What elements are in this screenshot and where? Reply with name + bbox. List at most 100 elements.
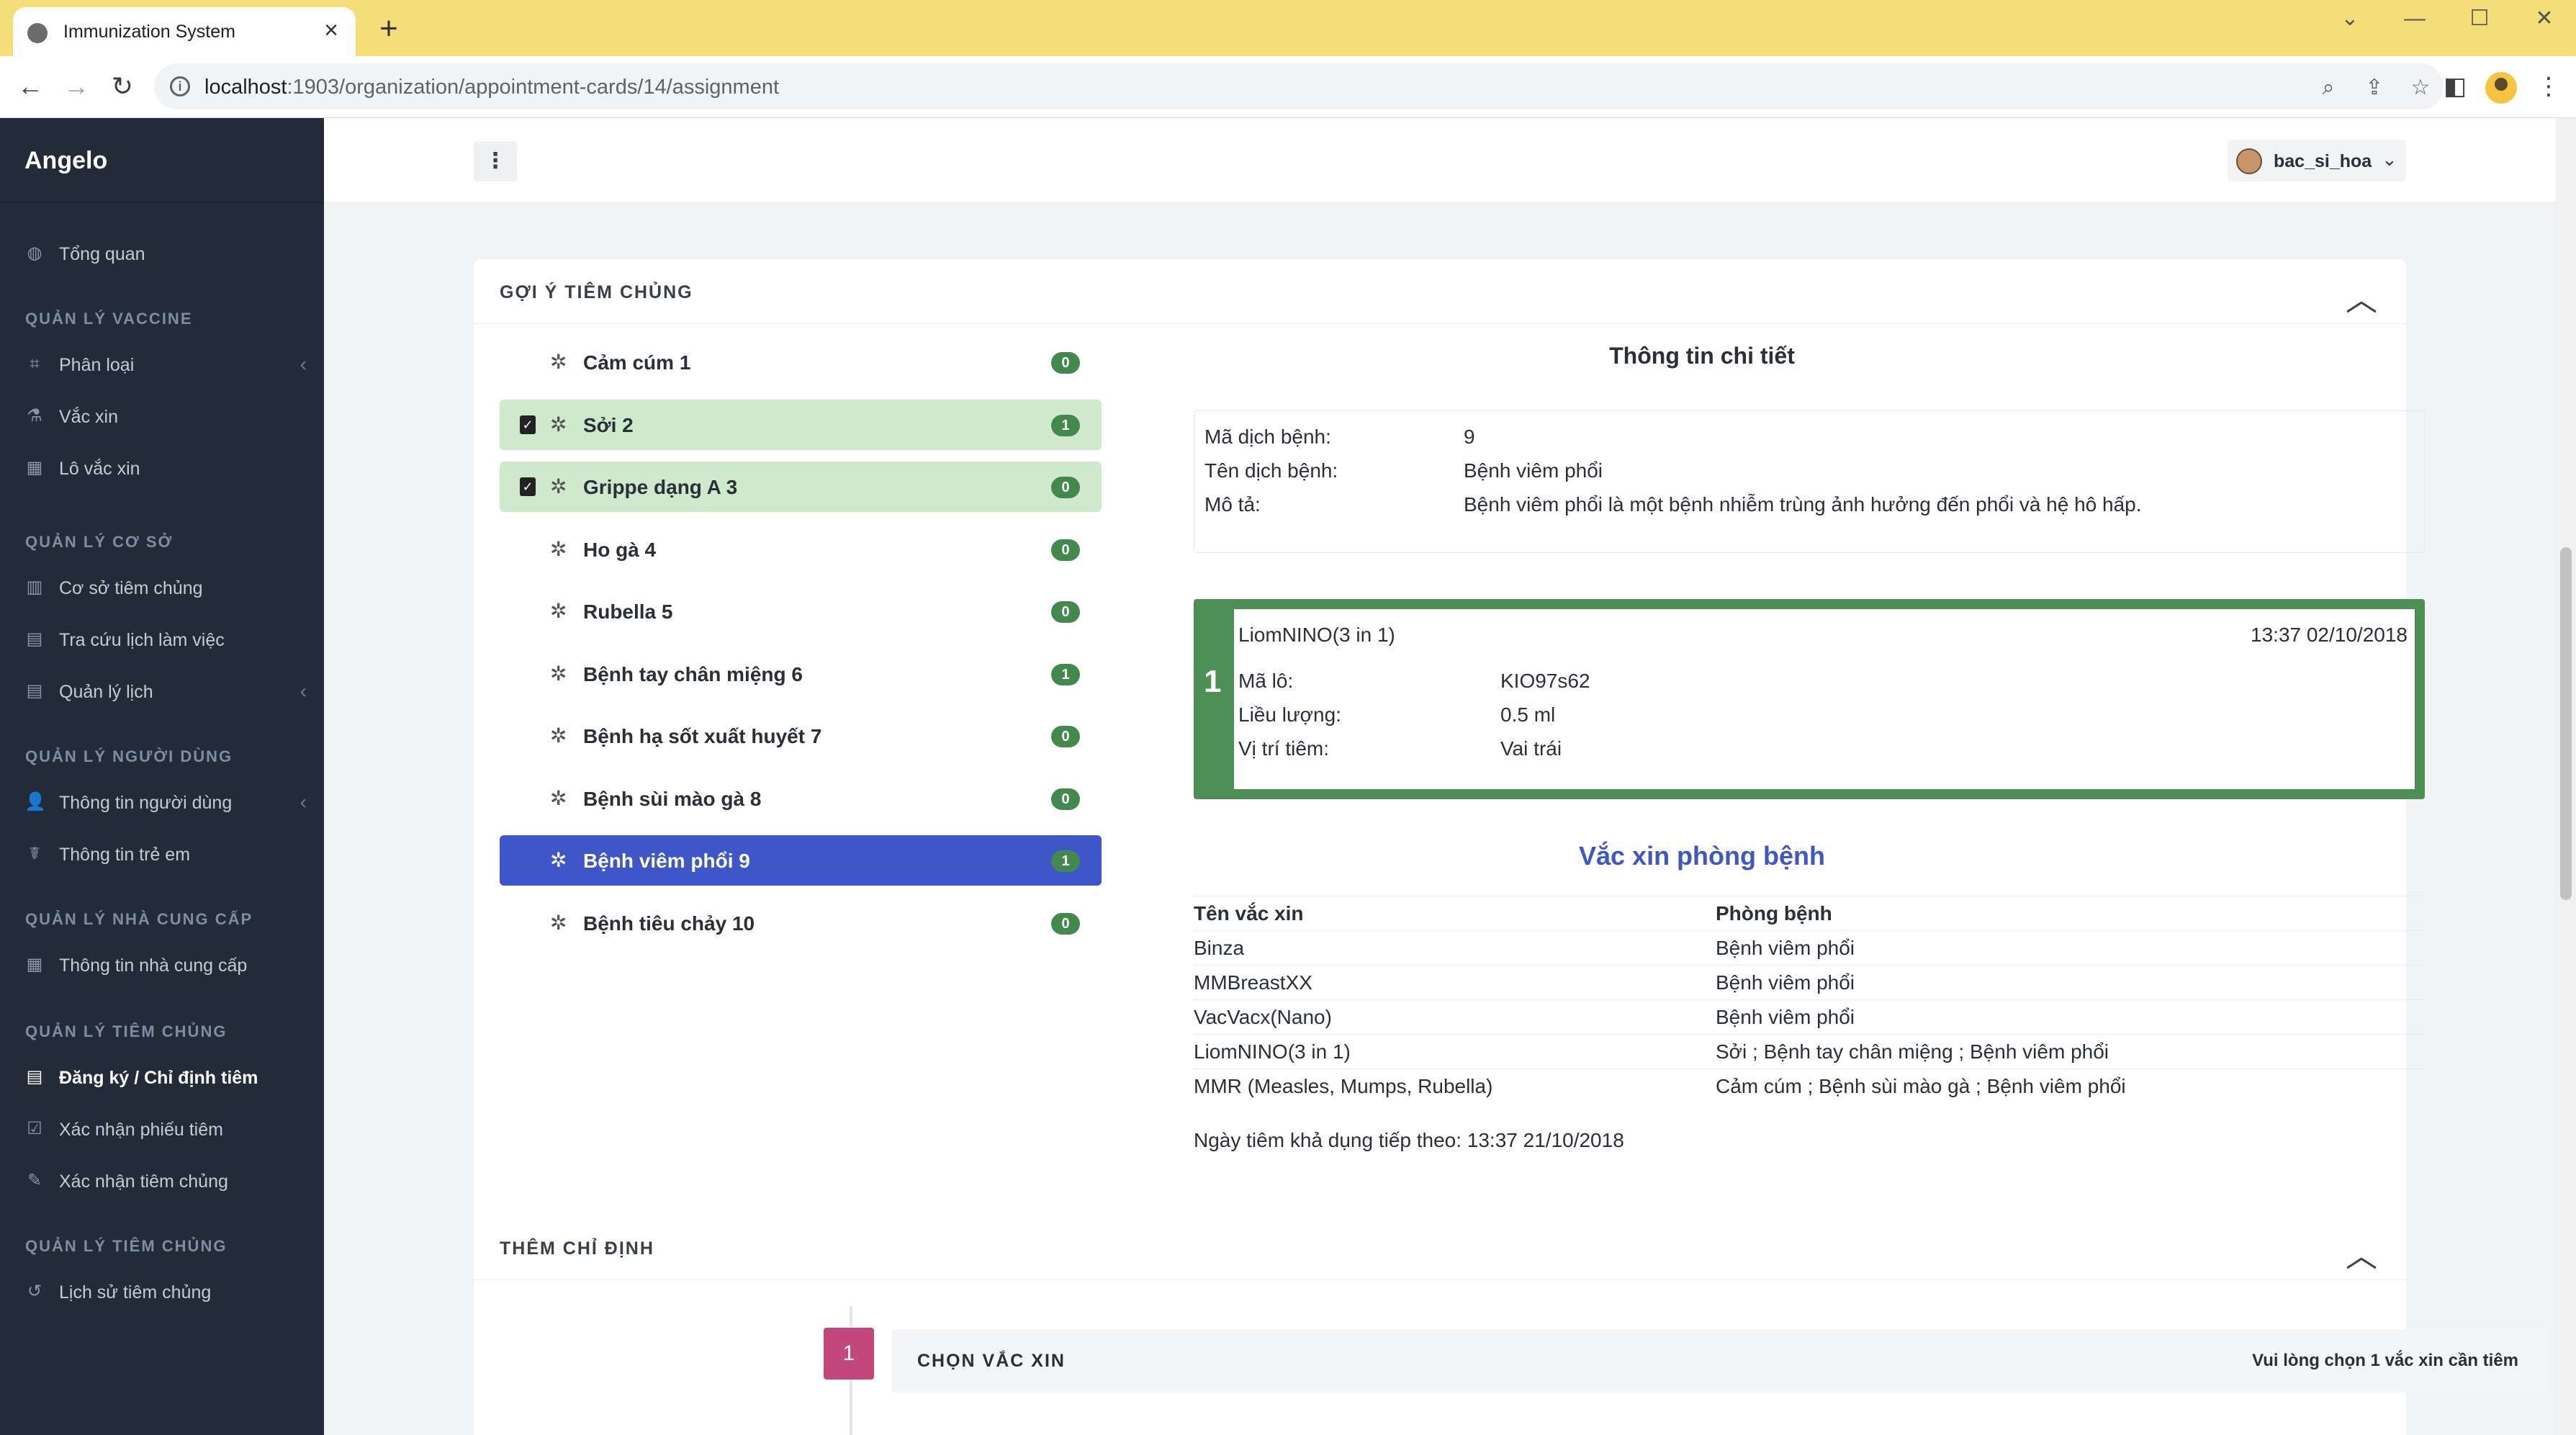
injection-number: 1 — [1204, 664, 1222, 699]
back-icon[interactable]: ← — [14, 71, 46, 102]
disease-item[interactable]: ✲ Rubella 5 0 — [500, 586, 1102, 636]
sidebar-item-classify[interactable]: ⌗ Phân loại ‹ — [0, 343, 324, 386]
table-row: LiomNINO(3 in 1) Sởi ; Bệnh tay chân miện… — [1194, 1034, 2425, 1069]
disease-item[interactable]: ✲ Bệnh hạ sốt xuất huyết 7 0 — [500, 711, 1102, 761]
maximize-icon[interactable]: ☐ — [2458, 3, 2501, 35]
batch-value: KIO97s62 — [1500, 670, 1590, 692]
section-suppliers: QUẢN LÝ NHÀ CUNG CẤP — [25, 910, 253, 928]
vaccine-name-cell: Binza — [1194, 937, 1245, 959]
assign-card-title: THÊM CHỈ ĐỊNH — [500, 1238, 654, 1259]
url-field[interactable]: i localhost:1903/organization/appointmen… — [154, 63, 2444, 109]
boxes-icon: ▦ — [26, 458, 43, 477]
disease-item[interactable]: ✲ Bệnh tay chân miệng 6 1 — [500, 649, 1102, 699]
disease-item[interactable]: ✲ Bệnh viêm phổi 9 1 — [500, 835, 1102, 886]
info-icon[interactable]: i — [170, 76, 190, 96]
sidebar-item-child-info[interactable]: ☤ Thông tin trẻ em — [0, 832, 324, 876]
menu-icon[interactable]: ⋮ — [2531, 69, 2566, 104]
sidebar-item-schedule-lookup[interactable]: ▤ Tra cứu lịch làm việc — [0, 618, 324, 661]
count-badge: 0 — [1051, 477, 1080, 498]
count-badge: 0 — [1051, 539, 1080, 561]
disease-cell: Cảm cúm ; Bệnh sùi mào gà ; Bệnh viêm ph… — [1716, 1075, 2126, 1097]
forward-icon[interactable]: → — [60, 71, 92, 102]
sidebar-item-history[interactable]: ↺ Lịch sử tiêm chủng — [0, 1270, 324, 1313]
star-icon[interactable]: ☆ — [2406, 73, 2435, 102]
virus-icon: ✲ — [550, 537, 567, 560]
disease-item[interactable]: ✲ Bệnh sùi mào gà 8 0 — [500, 773, 1102, 824]
site-label: Vị trí tiêm: — [1238, 737, 1330, 760]
section-vaccine: QUẢN LÝ VACCINE — [25, 310, 193, 328]
sidebar-item-confirm-vaccination[interactable]: ✎ Xác nhận tiêm chủng — [0, 1159, 324, 1202]
sitemap-icon: ⌗ — [30, 354, 40, 374]
virus-icon: ✲ — [550, 662, 567, 685]
step-number-badge[interactable]: 1 — [824, 1328, 874, 1380]
vaccine-name-cell: MMBreastXX — [1194, 971, 1312, 994]
main-content: ⋮ bac_si_hoa ⌄ GỢI Ý TIÊM CHỦNG ︿ ✲ Cảm c… — [324, 118, 2556, 1435]
reload-icon[interactable]: ↻ — [107, 71, 138, 102]
assign-card-header[interactable]: THÊM CHỈ ĐỊNH ︿ — [474, 1215, 2406, 1280]
close-window-icon[interactable]: ✕ — [2523, 3, 2566, 35]
disease-detail-box: Mã dịch bệnh: 9 Tên dịch bệnh: Bệnh viêm… — [1194, 410, 2425, 553]
sidebar-item-label: Đăng ký / Chỉ định tiêm — [59, 1068, 258, 1088]
disease-item[interactable]: ✓ ✲ Sởi 2 1 — [500, 399, 1102, 450]
sidebar-item-supplier-info[interactable]: ▦ Thông tin nhà cung cấp — [0, 943, 324, 986]
sidebar-item-schedule-manage[interactable]: ▤ Quản lý lịch ‹ — [0, 670, 324, 713]
avatar — [2236, 148, 2262, 174]
close-tab-icon[interactable]: × — [317, 16, 346, 45]
suggest-card-header[interactable]: GỢI Ý TIÊM CHỦNG ︿ — [474, 259, 2406, 324]
zoom-icon[interactable]: ⌕ — [2314, 73, 2343, 102]
url-text[interactable]: localhost:1903/organization/appointment-… — [204, 76, 779, 99]
sidebar-item-user-info[interactable]: 👤 Thông tin người dùng ‹ — [0, 781, 324, 824]
disease-name: Cảm cúm 1 — [583, 351, 691, 374]
clipboard-check-icon: ✓ — [520, 477, 536, 496]
count-badge: 1 — [1051, 663, 1080, 685]
dose-value: 0.5 ml — [1500, 703, 1556, 726]
sidebar-item-label: Xác nhận tiêm chủng — [59, 1171, 228, 1192]
site-value: Vai trái — [1500, 737, 1562, 760]
brand-logo[interactable]: Angelo — [24, 147, 107, 175]
col-disease: Phòng bệnh — [1716, 902, 1832, 925]
step-label: CHỌN VẮC XIN — [917, 1351, 1066, 1371]
code-label: Mã dịch bệnh: — [1204, 426, 1331, 448]
injection-record: 1 LiomNINO(3 in 1) 13:37 02/10/2018 Mã l… — [1194, 599, 2425, 799]
top-navbar: ⋮ bac_si_hoa ⌄ — [324, 118, 2556, 202]
sidebar-item-confirm-card[interactable]: ☑ Xác nhận phiếu tiêm — [0, 1107, 324, 1151]
side-panel-icon[interactable]: ◧ — [2438, 69, 2472, 104]
user-menu-button[interactable]: bac_si_hoa ⌄ — [2228, 140, 2406, 181]
disease-item[interactable]: ✲ Bệnh tiêu chảy 10 0 — [500, 898, 1102, 948]
sidebar-item-label: Vắc xin — [59, 407, 118, 427]
tab-search-icon[interactable]: ⌄ — [2328, 3, 2372, 35]
disease-item[interactable]: ✲ Ho gà 4 0 — [500, 524, 1102, 575]
browser-tabbar: Immunization System × + ⌄ — ☐ ✕ — [0, 0, 2576, 56]
count-badge: 1 — [1051, 414, 1080, 436]
sidebar-item-facility[interactable]: ▥ Cơ sở tiêm chủng — [0, 566, 324, 609]
sidebar-item-vaccine[interactable]: ⚗ Vắc xin — [0, 395, 324, 438]
sidebar-item-overview[interactable]: ◍ Tổng quan — [0, 232, 324, 275]
section-users: QUẢN LÝ NGƯỜI DÙNG — [25, 747, 233, 765]
step-select-vaccine[interactable]: CHỌN VẮC XIN Vui lòng chọn 1 vắc xin cần… — [891, 1329, 2549, 1393]
sidebar-item-label: Tổng quan — [59, 244, 145, 264]
browser-tab[interactable]: Immunization System × — [13, 7, 356, 56]
clipboard-check-icon: ✓ — [520, 415, 536, 434]
sidebar-item-batch[interactable]: ▦ Lô vắc xin — [0, 446, 324, 490]
profile-icon[interactable] — [2485, 72, 2517, 104]
virus-icon: ✲ — [550, 911, 567, 934]
disease-item[interactable]: ✲ Cảm cúm 1 0 — [500, 337, 1102, 387]
more-options-icon[interactable]: ⋮ — [474, 141, 517, 181]
scrollbar-thumb[interactable] — [2560, 547, 2572, 900]
disease-item[interactable]: ✓ ✲ Grippe dạng A 3 0 — [500, 462, 1102, 512]
disease-cell: Bệnh viêm phổi — [1716, 971, 1855, 994]
sidebar-item-label: Thông tin trẻ em — [59, 845, 191, 865]
calendar-icon: ▤ — [26, 629, 43, 649]
suggest-card: GỢI Ý TIÊM CHỦNG ︿ ✲ Cảm cúm 1 0 ✓ ✲ Sởi 2 1 ✓ ✲… — [474, 259, 2425, 1296]
disease-cell: Sởi ; Bệnh tay chân miệng ; Bệnh viêm ph… — [1716, 1040, 2109, 1063]
chevron-up-icon[interactable]: ︿ — [2346, 274, 2377, 320]
minimize-icon[interactable]: — — [2393, 3, 2436, 35]
new-tab-icon[interactable]: + — [374, 13, 403, 45]
calendar-icon: ▤ — [26, 681, 43, 701]
share-icon[interactable]: ⇪ — [2360, 73, 2389, 102]
chevron-up-icon[interactable]: ︿ — [2346, 1230, 2377, 1276]
sidebar-item-register[interactable]: ▤ Đăng ký / Chỉ định tiêm — [0, 1056, 324, 1099]
table-row: VacVacx(Nano) Bệnh viêm phổi — [1194, 999, 2425, 1034]
injection-details: LiomNINO(3 in 1) 13:37 02/10/2018 Mã lô:… — [1234, 609, 2415, 789]
sidebar-item-label: Lô vắc xin — [59, 459, 140, 479]
